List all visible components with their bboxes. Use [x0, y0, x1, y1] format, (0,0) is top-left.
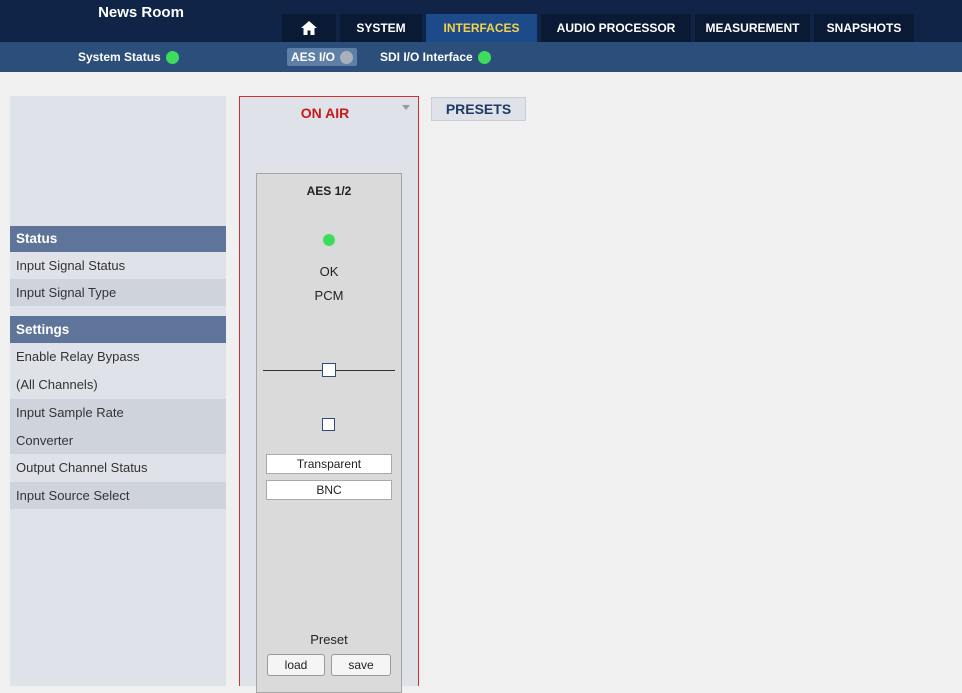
- tab-audio-processor[interactable]: AUDIO PROCESSOR: [541, 14, 691, 42]
- status-bar: System Status AES I/O SDI I/O Interface: [0, 42, 962, 72]
- tab-interfaces[interactable]: INTERFACES: [426, 14, 537, 42]
- on-air-column: ON AIR AES 1/2 OK PCM Transparent BNC Pr…: [239, 96, 419, 693]
- parameter-labels-panel: Status Input Signal Status Input Signal …: [10, 96, 226, 686]
- tab-snapshots[interactable]: SNAPSHOTS: [814, 14, 914, 42]
- sdi-io-label: SDI I/O Interface: [380, 50, 473, 64]
- system-status-indicator-icon: [165, 50, 179, 64]
- label-input-sample-rate: Input Sample Rate: [10, 399, 226, 427]
- system-status-label: System Status: [78, 50, 161, 64]
- preset-save-button[interactable]: save: [331, 654, 391, 676]
- channel-title: AES 1/2: [306, 184, 352, 198]
- status-section-header: Status: [10, 226, 226, 252]
- label-converter: Converter: [10, 427, 226, 454]
- preset-label: Preset: [310, 632, 348, 647]
- on-air-dropdown-icon[interactable]: [402, 105, 410, 110]
- on-air-label: ON AIR: [300, 105, 350, 121]
- top-bar: News Room SYSTEM INTERFACES AUDIO PROCES…: [0, 0, 962, 42]
- label-enable-relay-bypass: Enable Relay Bypass: [16, 349, 140, 364]
- aes-io-label: AES I/O: [291, 50, 336, 64]
- sdi-io-status[interactable]: SDI I/O Interface: [380, 50, 491, 64]
- relay-bypass-toggle[interactable]: [322, 363, 336, 377]
- output-channel-status-select[interactable]: Transparent: [266, 454, 392, 474]
- signal-status-text: OK: [319, 264, 339, 279]
- app-title: News Room: [98, 4, 184, 21]
- settings-section-header: Settings: [10, 316, 226, 343]
- aes-io-status[interactable]: AES I/O: [287, 48, 358, 66]
- input-source-select[interactable]: BNC: [266, 480, 392, 500]
- channel-strip-aes-1-2: AES 1/2 OK PCM Transparent BNC Preset lo…: [256, 173, 402, 693]
- aes-io-indicator-icon: [340, 50, 354, 64]
- tab-measurement[interactable]: MEASUREMENT: [695, 14, 810, 42]
- signal-status-led-icon: [323, 234, 335, 246]
- sample-rate-converter-checkbox[interactable]: [322, 418, 335, 431]
- tab-system[interactable]: SYSTEM: [340, 14, 422, 42]
- tab-home[interactable]: [282, 14, 336, 42]
- label-all-channels: (All Channels): [16, 377, 98, 392]
- label-input-source-select: Input Source Select: [10, 482, 226, 509]
- presets-button[interactable]: PRESETS: [431, 97, 526, 121]
- label-input-signal-status: Input Signal Status: [16, 258, 126, 273]
- label-input-signal-type: Input Signal Type: [10, 279, 226, 306]
- system-status[interactable]: System Status: [78, 50, 179, 64]
- preset-load-button[interactable]: load: [267, 654, 325, 676]
- home-icon: [301, 21, 317, 35]
- sdi-io-indicator-icon: [477, 50, 491, 64]
- label-output-channel-status: Output Channel Status: [16, 460, 148, 475]
- signal-type-text: PCM: [314, 288, 344, 303]
- main-tabs: SYSTEM INTERFACES AUDIO PROCESSOR MEASUR…: [282, 14, 918, 42]
